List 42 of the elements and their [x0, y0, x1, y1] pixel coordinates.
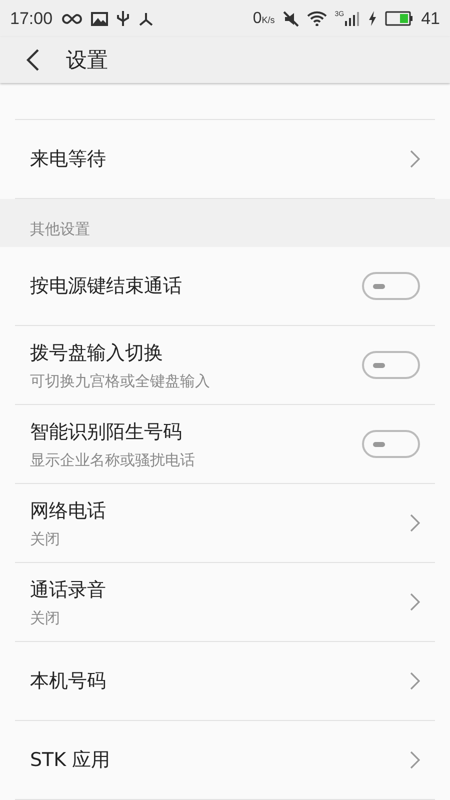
row-title: 智能识别陌生号码	[30, 420, 183, 444]
settings-row[interactable]: 本机号码	[15, 642, 435, 721]
row-title: 网络电话	[30, 498, 106, 524]
settings-row[interactable]: STK 应用	[15, 721, 435, 800]
row-title: 拨号盘输入切换	[30, 340, 164, 366]
chevron-right-icon	[410, 150, 420, 168]
clock-time: 17:00	[10, 8, 53, 29]
settings-row[interactable]: 网络电话 关闭	[15, 484, 435, 563]
mute-icon	[282, 10, 299, 27]
row-title: 通话录音	[30, 578, 106, 602]
usb-icon	[116, 10, 130, 28]
chevron-right-icon	[410, 514, 420, 532]
signal-icon	[344, 11, 360, 26]
back-icon	[26, 48, 40, 72]
row-title: 本机号码	[30, 669, 106, 694]
row-subtitle: 关闭	[30, 608, 61, 628]
chevron-right-icon	[410, 593, 420, 611]
settings-row[interactable]: 智能识别陌生号码 显示企业名称或骚扰电话	[15, 405, 435, 484]
row-subtitle: 显示企业名称或骚扰电话	[30, 450, 195, 470]
wifi-icon	[306, 11, 327, 26]
page-title: 设置	[66, 47, 108, 74]
row-title: STK 应用	[30, 748, 110, 773]
speed-value: 0	[252, 10, 262, 28]
row-title: 来电等待	[30, 147, 106, 172]
toggle-switch[interactable]	[362, 351, 420, 379]
settings-row[interactable]: 拨号盘输入切换 可切换九宫格或全键盘输入	[15, 326, 435, 405]
speed-unit: K/s	[262, 14, 275, 25]
battery-percent: 41	[421, 8, 440, 29]
image-icon	[90, 12, 108, 26]
section-header: 其他设置	[30, 220, 90, 239]
row-subtitle: 关闭	[30, 530, 61, 548]
charging-icon	[368, 11, 378, 26]
row-title: 按电源键结束通话	[30, 274, 182, 299]
chevron-right-icon	[410, 751, 420, 769]
infinity-icon	[60, 12, 83, 25]
settings-row[interactable]: 通话录音 关闭	[15, 563, 435, 642]
toggle-switch[interactable]	[362, 430, 420, 458]
battery-icon	[385, 11, 414, 26]
chevron-right-icon	[410, 672, 420, 690]
settings-row[interactable]: 按电源键结束通话	[15, 247, 435, 326]
toggle-switch[interactable]	[362, 272, 420, 300]
row-subtitle: 可切换九宫格或全键盘输入	[30, 372, 210, 390]
